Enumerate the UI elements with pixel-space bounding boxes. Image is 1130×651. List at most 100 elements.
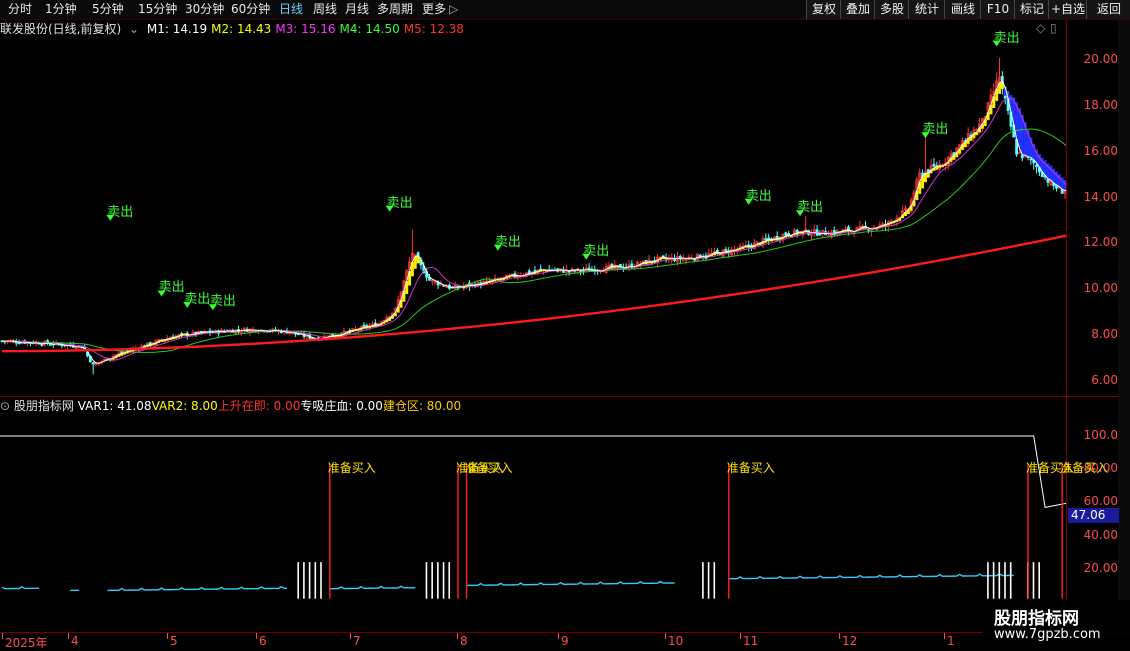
sell-signal-label: 卖出 bbox=[797, 196, 823, 215]
sell-signal-label: 卖出 bbox=[184, 288, 210, 307]
candle-body bbox=[534, 270, 536, 271]
accumulation-bar bbox=[448, 562, 450, 599]
accumulation-bar bbox=[1004, 562, 1006, 599]
buy-signal-label: 准备买入 bbox=[1060, 459, 1108, 476]
candle-body bbox=[1030, 159, 1032, 160]
date-tick bbox=[256, 633, 257, 639]
indicator-tick-label: 40.00 bbox=[1072, 528, 1118, 542]
grid-lines bbox=[0, 60, 1066, 569]
candle-body bbox=[819, 234, 821, 235]
date-axis: 2025年4567891011121 bbox=[0, 632, 1130, 651]
side-panel-strip bbox=[1118, 20, 1130, 632]
accumulation-bar bbox=[315, 562, 317, 599]
price-tick-label: 16.00 bbox=[1072, 144, 1118, 158]
date-tick bbox=[2, 633, 3, 639]
accumulation-bar bbox=[993, 562, 995, 599]
indicator-tick-label: 100.0 bbox=[1072, 428, 1118, 442]
price-tick-label: 14.00 bbox=[1072, 190, 1118, 204]
var2-line bbox=[729, 574, 1014, 579]
price-tick-label: 8.00 bbox=[1072, 327, 1118, 341]
candle-body bbox=[1047, 179, 1049, 182]
accumulation-bar bbox=[309, 562, 311, 599]
accumulation-bar bbox=[437, 562, 439, 599]
var2-line bbox=[330, 586, 416, 588]
candle-body bbox=[92, 363, 94, 364]
indicator-tick-label: 20.00 bbox=[1072, 561, 1118, 575]
date-label: 9 bbox=[561, 634, 569, 648]
price-tick-label: 20.00 bbox=[1072, 52, 1118, 66]
candle-body bbox=[15, 342, 17, 343]
accumulation-bar bbox=[443, 562, 445, 599]
sell-signal-label: 卖出 bbox=[159, 276, 185, 295]
price-axis-line bbox=[1066, 20, 1067, 632]
date-tick bbox=[839, 633, 840, 639]
sell-signal-label: 卖出 bbox=[922, 118, 948, 137]
date-tick bbox=[558, 633, 559, 639]
var2-line bbox=[467, 581, 675, 585]
buy-signal-label: 准备买入 bbox=[727, 459, 775, 476]
accumulation-bar bbox=[303, 562, 305, 599]
date-tick bbox=[68, 633, 69, 639]
candle-body bbox=[785, 233, 787, 235]
ma4-line bbox=[2, 129, 1066, 352]
candle-body bbox=[238, 329, 240, 330]
date-label: 7 bbox=[353, 634, 361, 648]
accumulation-bar bbox=[426, 562, 428, 599]
candle-body bbox=[446, 287, 448, 288]
accumulation-bar bbox=[320, 562, 322, 599]
kline-chart[interactable] bbox=[0, 0, 1066, 632]
date-label: 6 bbox=[259, 634, 267, 648]
watermark-url: www.7gpzb.com bbox=[994, 627, 1101, 642]
sell-signal-label: 卖出 bbox=[210, 290, 236, 309]
date-label: 1 bbox=[947, 634, 955, 648]
accumulation-bar bbox=[1038, 562, 1040, 599]
price-tick-label: 10.00 bbox=[1072, 281, 1118, 295]
accumulation-bar bbox=[987, 562, 989, 599]
candle-body bbox=[49, 344, 51, 345]
candle-body bbox=[18, 343, 20, 344]
date-label: 12 bbox=[842, 634, 857, 648]
sell-signal-label: 卖出 bbox=[107, 201, 133, 220]
accumulation-bar bbox=[297, 562, 299, 599]
buy-signal-label: 准备买入 bbox=[328, 459, 376, 476]
candle-body bbox=[765, 239, 767, 240]
accumulation-bar bbox=[708, 562, 710, 599]
watermark-title: 股朋指标网 bbox=[994, 604, 1079, 629]
var2-line bbox=[2, 587, 39, 589]
candle-body bbox=[933, 164, 935, 166]
indicator-tick-label: 60.00 bbox=[1072, 494, 1118, 508]
price-tick-label: 6.00 bbox=[1072, 373, 1118, 387]
candle-body bbox=[725, 249, 727, 250]
indicator-series bbox=[0, 436, 1066, 599]
accumulation-bar bbox=[1010, 562, 1012, 599]
date-label: 2025年 bbox=[5, 634, 48, 651]
date-label: 5 bbox=[170, 634, 178, 648]
accumulation-bar bbox=[1033, 562, 1035, 599]
current-value-badge: 47.06 bbox=[1068, 508, 1119, 523]
price-tick-label: 18.00 bbox=[1072, 98, 1118, 112]
date-tick bbox=[457, 633, 458, 639]
date-label: 11 bbox=[743, 634, 758, 648]
var1-line bbox=[0, 436, 1066, 507]
buy-signal-label: 准备买入 bbox=[465, 459, 513, 476]
candle-body bbox=[694, 259, 696, 260]
sell-signal-label: 卖出 bbox=[994, 27, 1020, 46]
sell-signal-label: 卖出 bbox=[495, 231, 521, 250]
trend-band bbox=[1064, 180, 1066, 190]
watermark: 股朋指标网 www.7gpzb.com bbox=[982, 600, 1130, 650]
date-label: 8 bbox=[460, 634, 468, 648]
date-tick bbox=[665, 633, 666, 639]
toolbar-button[interactable]: 返回 bbox=[1086, 0, 1130, 19]
price-tick-label: 12.00 bbox=[1072, 235, 1118, 249]
date-tick bbox=[167, 633, 168, 639]
accumulation-bar bbox=[431, 562, 433, 599]
date-tick bbox=[350, 633, 351, 639]
sell-signal-label: 卖出 bbox=[746, 185, 772, 204]
accumulation-bar bbox=[999, 562, 1001, 599]
trend-band bbox=[927, 173, 930, 177]
accumulation-bar bbox=[702, 562, 704, 599]
accumulation-bar bbox=[714, 562, 716, 599]
candle-body bbox=[41, 344, 43, 345]
sell-signal-label: 卖出 bbox=[583, 240, 609, 259]
date-tick bbox=[740, 633, 741, 639]
